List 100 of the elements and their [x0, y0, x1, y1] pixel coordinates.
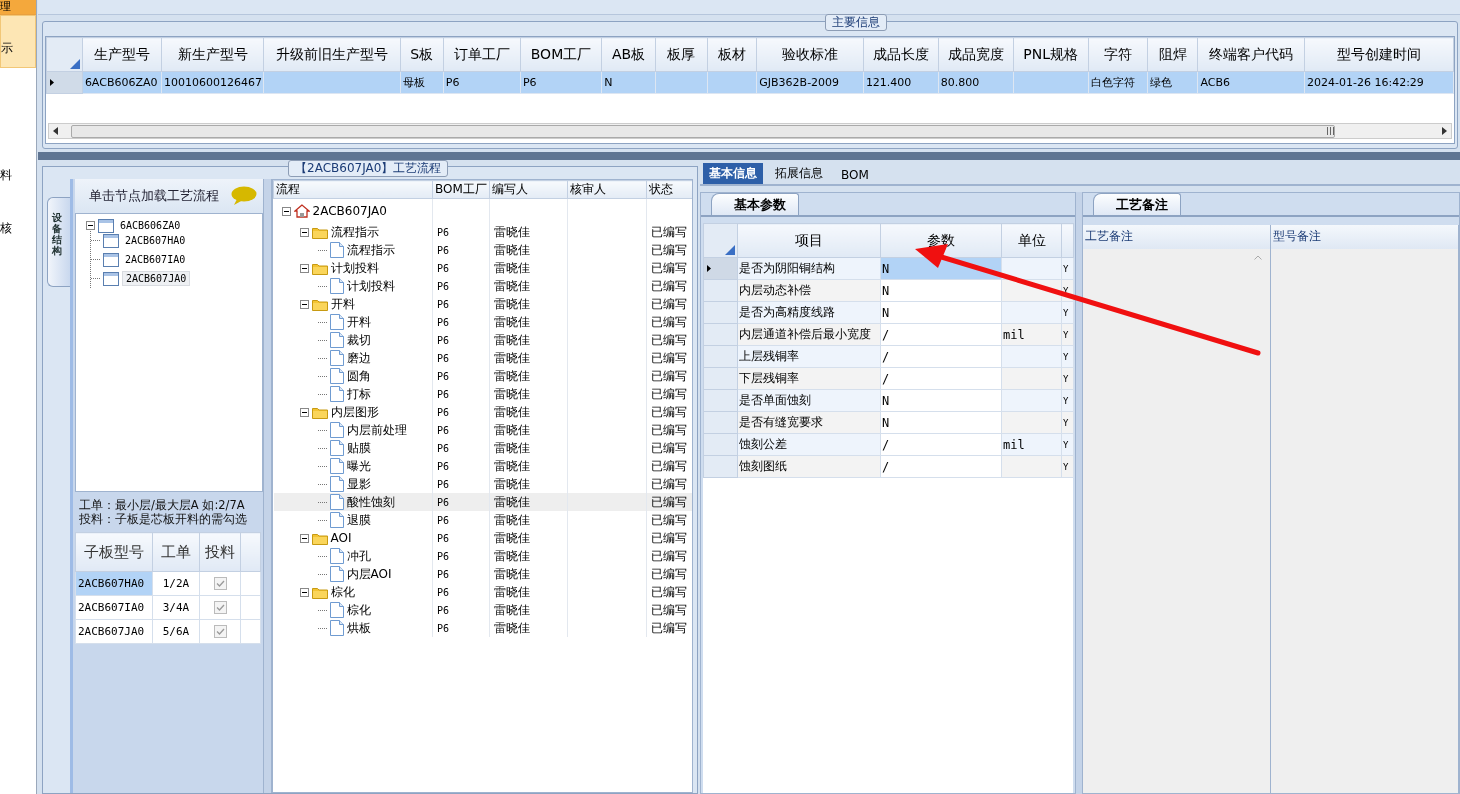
table-cell[interactable]: N: [882, 261, 890, 276]
column-header[interactable]: 订单工厂: [443, 37, 521, 72]
column-header[interactable]: 流程: [273, 180, 433, 199]
document-icon: [329, 368, 344, 384]
column-header[interactable]: 状态: [646, 180, 692, 199]
column-header[interactable]: 核审人: [567, 180, 647, 199]
table-cell[interactable]: N: [882, 393, 890, 408]
table-cell: 蚀刻公差: [737, 433, 881, 456]
horizontal-scrollbar[interactable]: [48, 123, 1452, 139]
splitter[interactable]: [38, 152, 1460, 160]
tree-node[interactable]: 2ACB607JA0: [122, 271, 191, 286]
column-header[interactable]: 子板型号: [75, 532, 153, 572]
tree-node[interactable]: 计划投料: [346, 277, 395, 295]
column-header[interactable]: 投料: [199, 532, 241, 572]
tree-node[interactable]: 退膜: [346, 511, 371, 529]
tree-node[interactable]: 裁切: [346, 331, 371, 349]
side-tab[interactable]: 设备结构: [47, 197, 70, 287]
sidebar-item[interactable]: 料: [0, 164, 36, 186]
row-header[interactable]: [703, 323, 738, 346]
column-header[interactable]: 终端客户代码: [1197, 37, 1305, 72]
row-header[interactable]: [703, 455, 738, 478]
tree-node[interactable]: 2ACB607IA0: [122, 253, 189, 266]
hint-text: 投料：子板是芯板开料的需勾选: [79, 512, 248, 526]
column-header[interactable]: 验收标准: [756, 37, 864, 72]
table-cell[interactable]: N: [882, 283, 890, 298]
column-header[interactable]: S板: [400, 37, 444, 72]
column-header[interactable]: 编写人: [489, 180, 568, 199]
table-cell: 2ACB607IA0: [75, 595, 153, 620]
splitter[interactable]: [263, 179, 272, 793]
checkbox[interactable]: [213, 577, 227, 591]
tree-node[interactable]: 开料: [330, 295, 355, 313]
tree-node[interactable]: 2ACB607HA0: [122, 234, 189, 247]
column-header[interactable]: 阻焊: [1147, 37, 1198, 72]
tree-node[interactable]: AOI: [330, 531, 352, 545]
row-header[interactable]: [703, 345, 738, 368]
tree-node[interactable]: 曝光: [346, 457, 371, 475]
tree-node[interactable]: 流程指示: [346, 241, 395, 259]
table-cell: 是否有缝宽要求: [737, 411, 881, 434]
table-cell: 雷晓佳: [489, 403, 568, 421]
table-cell[interactable]: /: [882, 371, 890, 386]
sidebar-item[interactable]: 示: [0, 15, 36, 68]
checkbox[interactable]: [213, 601, 227, 615]
column-header[interactable]: AB板: [601, 37, 656, 72]
row-header[interactable]: [703, 367, 738, 390]
tree-node[interactable]: 开料: [346, 313, 371, 331]
row-header[interactable]: [703, 411, 738, 434]
table-cell[interactable]: N: [882, 305, 890, 320]
table-cell[interactable]: /: [882, 349, 890, 364]
column-header[interactable]: 单位: [1001, 223, 1062, 258]
column-header[interactable]: 项目: [737, 223, 881, 258]
column-header[interactable]: 新生产型号: [161, 37, 264, 72]
table-cell[interactable]: N: [882, 415, 890, 430]
table-cell: P6: [432, 619, 490, 637]
tab[interactable]: 工艺备注: [1093, 193, 1181, 215]
tab[interactable]: 基本信息: [703, 163, 763, 184]
tree-node[interactable]: 贴膜: [346, 439, 371, 457]
tree-node[interactable]: 内层AOI: [346, 565, 392, 583]
tree-node[interactable]: 内层图形: [330, 403, 379, 421]
row-header[interactable]: [703, 279, 738, 302]
tree-node[interactable]: 流程指示: [330, 223, 379, 241]
column-header[interactable]: 型号创建时间: [1304, 37, 1454, 72]
tree-node[interactable]: 烘板: [346, 619, 371, 637]
tree-node[interactable]: 棕化: [330, 583, 355, 601]
checkbox[interactable]: [213, 625, 227, 639]
table-cell[interactable]: /: [882, 459, 890, 474]
row-header[interactable]: [703, 257, 738, 280]
row-header[interactable]: [703, 433, 738, 456]
column-header[interactable]: 成品宽度: [938, 37, 1014, 72]
tab[interactable]: 拓展信息: [769, 163, 829, 184]
column-header[interactable]: 板厚: [655, 37, 708, 72]
tab[interactable]: BOM: [835, 166, 875, 184]
table-cell[interactable]: /: [882, 327, 890, 342]
tree-node[interactable]: 内层前处理: [346, 421, 407, 439]
row-header[interactable]: [46, 71, 83, 94]
column-header[interactable]: 生产型号: [82, 37, 162, 72]
tree-node[interactable]: 冲孔: [346, 547, 371, 565]
tree-node[interactable]: 计划投料: [330, 259, 379, 277]
tree-node[interactable]: 显影: [346, 475, 371, 493]
column-header[interactable]: 字符: [1088, 37, 1148, 72]
row-header[interactable]: [703, 301, 738, 324]
tree-node[interactable]: 棕化: [346, 601, 371, 619]
tab[interactable]: 基本参数: [711, 193, 799, 215]
sidebar-item[interactable]: 核: [0, 217, 36, 239]
tree-node[interactable]: 2ACB607JA0: [312, 204, 387, 218]
tree-node[interactable]: 6ACB606ZA0: [117, 219, 184, 232]
column-header[interactable]: BOM工厂: [432, 180, 490, 199]
table-cell[interactable]: /: [882, 437, 890, 452]
column-header[interactable]: BOM工厂: [520, 37, 602, 72]
column-header[interactable]: 板材: [707, 37, 757, 72]
splitter[interactable]: [1076, 192, 1082, 794]
column-header[interactable]: PNL规格: [1013, 37, 1089, 72]
row-header[interactable]: [703, 389, 738, 412]
column-header[interactable]: 成品长度: [863, 37, 939, 72]
sidebar-item[interactable]: 理: [0, 0, 36, 15]
scroll-thumb[interactable]: [71, 124, 1335, 138]
column-header[interactable]: 工单: [152, 532, 200, 572]
tree-node[interactable]: 磨边: [346, 349, 371, 367]
column-header[interactable]: 升级前旧生产型号: [263, 37, 401, 72]
tree-node[interactable]: 圆角: [346, 367, 371, 385]
tree-node[interactable]: 打标: [346, 385, 371, 403]
